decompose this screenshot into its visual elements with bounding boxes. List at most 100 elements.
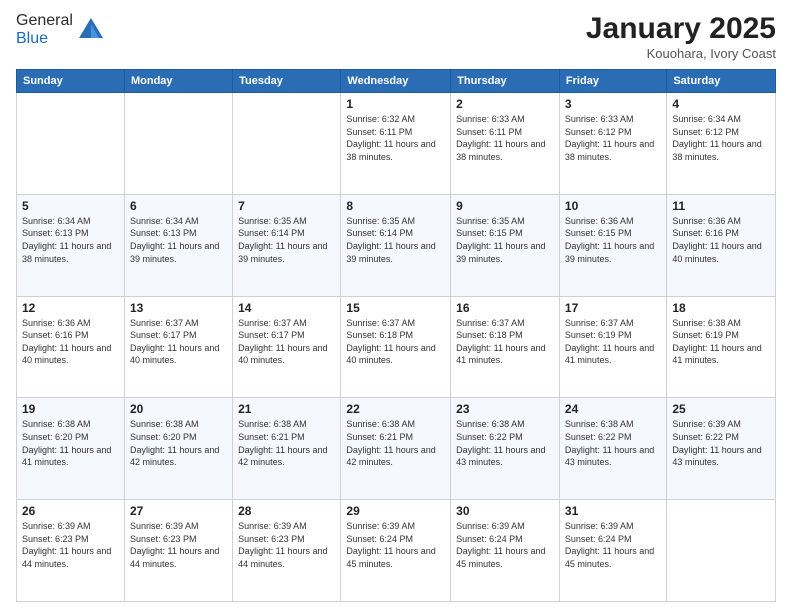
- calendar-cell: 22 Sunrise: 6:38 AM Sunset: 6:21 PM Dayli…: [341, 398, 451, 500]
- calendar-cell: 10 Sunrise: 6:36 AM Sunset: 6:15 PM Dayli…: [559, 194, 666, 296]
- location: Kouohara, Ivory Coast: [586, 46, 776, 61]
- calendar-cell: 7Sunrise: 6:35 AM Sunset: 6:14 PM Daylig…: [233, 194, 341, 296]
- day-number: 10: [565, 199, 661, 213]
- calendar-cell: [233, 93, 341, 195]
- day-number: 17: [565, 301, 661, 315]
- calendar-cell: 16 Sunrise: 6:37 AM Sunset: 6:18 PM Dayli…: [451, 296, 560, 398]
- calendar-cell: 29 Sunrise: 6:39 AM Sunset: 6:24 PM Dayli…: [341, 500, 451, 602]
- day-info: Sunrise: 6:37 AM Sunset: 6:18 PM Dayligh…: [346, 317, 445, 367]
- calendar-cell: 23Sunrise: 6:38 AM Sunset: 6:22 PM Dayli…: [451, 398, 560, 500]
- day-number: 28: [238, 504, 335, 518]
- calendar-cell: [124, 93, 232, 195]
- day-info: Sunrise: 6:38 AM Sunset: 6:21 PM Dayligh…: [238, 418, 335, 468]
- col-saturday: Saturday: [667, 70, 776, 93]
- week-row-2: 5 Sunrise: 6:34 AM Sunset: 6:13 PM Daylig…: [17, 194, 776, 296]
- page: General Blue January 2025 Kouohara, Ivor…: [0, 0, 792, 612]
- calendar-cell: 19Sunrise: 6:38 AM Sunset: 6:20 PM Dayli…: [17, 398, 125, 500]
- day-info: Sunrise: 6:33 AM Sunset: 6:12 PM Dayligh…: [565, 113, 661, 163]
- day-info: Sunrise: 6:39 AM Sunset: 6:22 PM Dayligh…: [672, 418, 770, 468]
- day-info: Sunrise: 6:39 AM Sunset: 6:23 PM Dayligh…: [130, 520, 227, 570]
- day-number: 25: [672, 402, 770, 416]
- calendar-cell: 21 Sunrise: 6:38 AM Sunset: 6:21 PM Dayli…: [233, 398, 341, 500]
- logo: General Blue: [16, 12, 105, 48]
- day-number: 20: [130, 402, 227, 416]
- calendar-cell: [667, 500, 776, 602]
- day-info: Sunrise: 6:37 AM Sunset: 6:17 PM Dayligh…: [238, 317, 335, 367]
- day-info: Sunrise: 6:34 AM Sunset: 6:12 PM Dayligh…: [672, 113, 770, 163]
- title-block: January 2025 Kouohara, Ivory Coast: [586, 12, 776, 61]
- week-row-1: 1 Sunrise: 6:32 AM Sunset: 6:11 PM Daylig…: [17, 93, 776, 195]
- day-number: 11: [672, 199, 770, 213]
- day-info: Sunrise: 6:34 AM Sunset: 6:13 PM Dayligh…: [130, 215, 227, 265]
- day-number: 4: [672, 97, 770, 111]
- day-info: Sunrise: 6:37 AM Sunset: 6:17 PM Dayligh…: [130, 317, 227, 367]
- day-number: 24: [565, 402, 661, 416]
- day-info: Sunrise: 6:39 AM Sunset: 6:24 PM Dayligh…: [456, 520, 554, 570]
- day-number: 13: [130, 301, 227, 315]
- calendar-cell: 27 Sunrise: 6:39 AM Sunset: 6:23 PM Dayli…: [124, 500, 232, 602]
- day-info: Sunrise: 6:36 AM Sunset: 6:16 PM Dayligh…: [672, 215, 770, 265]
- day-number: 16: [456, 301, 554, 315]
- calendar-cell: 28 Sunrise: 6:39 AM Sunset: 6:23 PM Dayli…: [233, 500, 341, 602]
- day-info: Sunrise: 6:38 AM Sunset: 6:19 PM Dayligh…: [672, 317, 770, 367]
- day-number: 22: [346, 402, 445, 416]
- day-number: 30: [456, 504, 554, 518]
- day-number: 5: [22, 199, 119, 213]
- day-number: 31: [565, 504, 661, 518]
- day-info: Sunrise: 6:36 AM Sunset: 6:16 PM Dayligh…: [22, 317, 119, 367]
- day-info: Sunrise: 6:38 AM Sunset: 6:20 PM Dayligh…: [22, 418, 119, 468]
- logo-blue-text: Blue: [16, 30, 48, 47]
- day-number: 6: [130, 199, 227, 213]
- calendar-cell: 31 Sunrise: 6:39 AM Sunset: 6:24 PM Dayli…: [559, 500, 666, 602]
- calendar-table: Sunday Monday Tuesday Wednesday Thursday…: [16, 69, 776, 602]
- day-info: Sunrise: 6:39 AM Sunset: 6:24 PM Dayligh…: [565, 520, 661, 570]
- day-number: 8: [346, 199, 445, 213]
- calendar-cell: 14Sunrise: 6:37 AM Sunset: 6:17 PM Dayli…: [233, 296, 341, 398]
- day-info: Sunrise: 6:32 AM Sunset: 6:11 PM Dayligh…: [346, 113, 445, 163]
- col-wednesday: Wednesday: [341, 70, 451, 93]
- col-monday: Monday: [124, 70, 232, 93]
- calendar-cell: 13 Sunrise: 6:37 AM Sunset: 6:17 PM Dayli…: [124, 296, 232, 398]
- day-number: 2: [456, 97, 554, 111]
- day-info: Sunrise: 6:37 AM Sunset: 6:19 PM Dayligh…: [565, 317, 661, 367]
- calendar-cell: 1 Sunrise: 6:32 AM Sunset: 6:11 PM Daylig…: [341, 93, 451, 195]
- calendar-cell: 25 Sunrise: 6:39 AM Sunset: 6:22 PM Dayli…: [667, 398, 776, 500]
- day-info: Sunrise: 6:38 AM Sunset: 6:20 PM Dayligh…: [130, 418, 227, 468]
- logo-general-text: General: [16, 12, 73, 29]
- day-info: Sunrise: 6:36 AM Sunset: 6:15 PM Dayligh…: [565, 215, 661, 265]
- logo-icon: [77, 16, 105, 44]
- week-row-5: 26 Sunrise: 6:39 AM Sunset: 6:23 PM Dayli…: [17, 500, 776, 602]
- col-friday: Friday: [559, 70, 666, 93]
- calendar-cell: 6 Sunrise: 6:34 AM Sunset: 6:13 PM Daylig…: [124, 194, 232, 296]
- day-info: Sunrise: 6:38 AM Sunset: 6:22 PM Dayligh…: [565, 418, 661, 468]
- day-info: Sunrise: 6:39 AM Sunset: 6:23 PM Dayligh…: [238, 520, 335, 570]
- calendar-cell: 26 Sunrise: 6:39 AM Sunset: 6:23 PM Dayli…: [17, 500, 125, 602]
- day-info: Sunrise: 6:35 AM Sunset: 6:14 PM Dayligh…: [346, 215, 445, 265]
- day-number: 9: [456, 199, 554, 213]
- day-number: 21: [238, 402, 335, 416]
- day-info: Sunrise: 6:33 AM Sunset: 6:11 PM Dayligh…: [456, 113, 554, 163]
- day-number: 1: [346, 97, 445, 111]
- day-number: 27: [130, 504, 227, 518]
- month-title: January 2025: [586, 12, 776, 46]
- day-number: 3: [565, 97, 661, 111]
- day-info: Sunrise: 6:39 AM Sunset: 6:23 PM Dayligh…: [22, 520, 119, 570]
- day-info: Sunrise: 6:38 AM Sunset: 6:21 PM Dayligh…: [346, 418, 445, 468]
- calendar-cell: 18 Sunrise: 6:38 AM Sunset: 6:19 PM Dayli…: [667, 296, 776, 398]
- calendar-cell: 15Sunrise: 6:37 AM Sunset: 6:18 PM Dayli…: [341, 296, 451, 398]
- day-number: 18: [672, 301, 770, 315]
- calendar-header-row: Sunday Monday Tuesday Wednesday Thursday…: [17, 70, 776, 93]
- calendar-cell: [17, 93, 125, 195]
- day-number: 26: [22, 504, 119, 518]
- day-info: Sunrise: 6:34 AM Sunset: 6:13 PM Dayligh…: [22, 215, 119, 265]
- day-info: Sunrise: 6:37 AM Sunset: 6:18 PM Dayligh…: [456, 317, 554, 367]
- calendar-cell: 11 Sunrise: 6:36 AM Sunset: 6:16 PM Dayli…: [667, 194, 776, 296]
- day-number: 29: [346, 504, 445, 518]
- day-info: Sunrise: 6:35 AM Sunset: 6:15 PM Dayligh…: [456, 215, 554, 265]
- calendar-cell: 8 Sunrise: 6:35 AM Sunset: 6:14 PM Daylig…: [341, 194, 451, 296]
- day-number: 12: [22, 301, 119, 315]
- col-thursday: Thursday: [451, 70, 560, 93]
- day-info: Sunrise: 6:39 AM Sunset: 6:24 PM Dayligh…: [346, 520, 445, 570]
- calendar-cell: 4 Sunrise: 6:34 AM Sunset: 6:12 PM Daylig…: [667, 93, 776, 195]
- day-number: 7: [238, 199, 335, 213]
